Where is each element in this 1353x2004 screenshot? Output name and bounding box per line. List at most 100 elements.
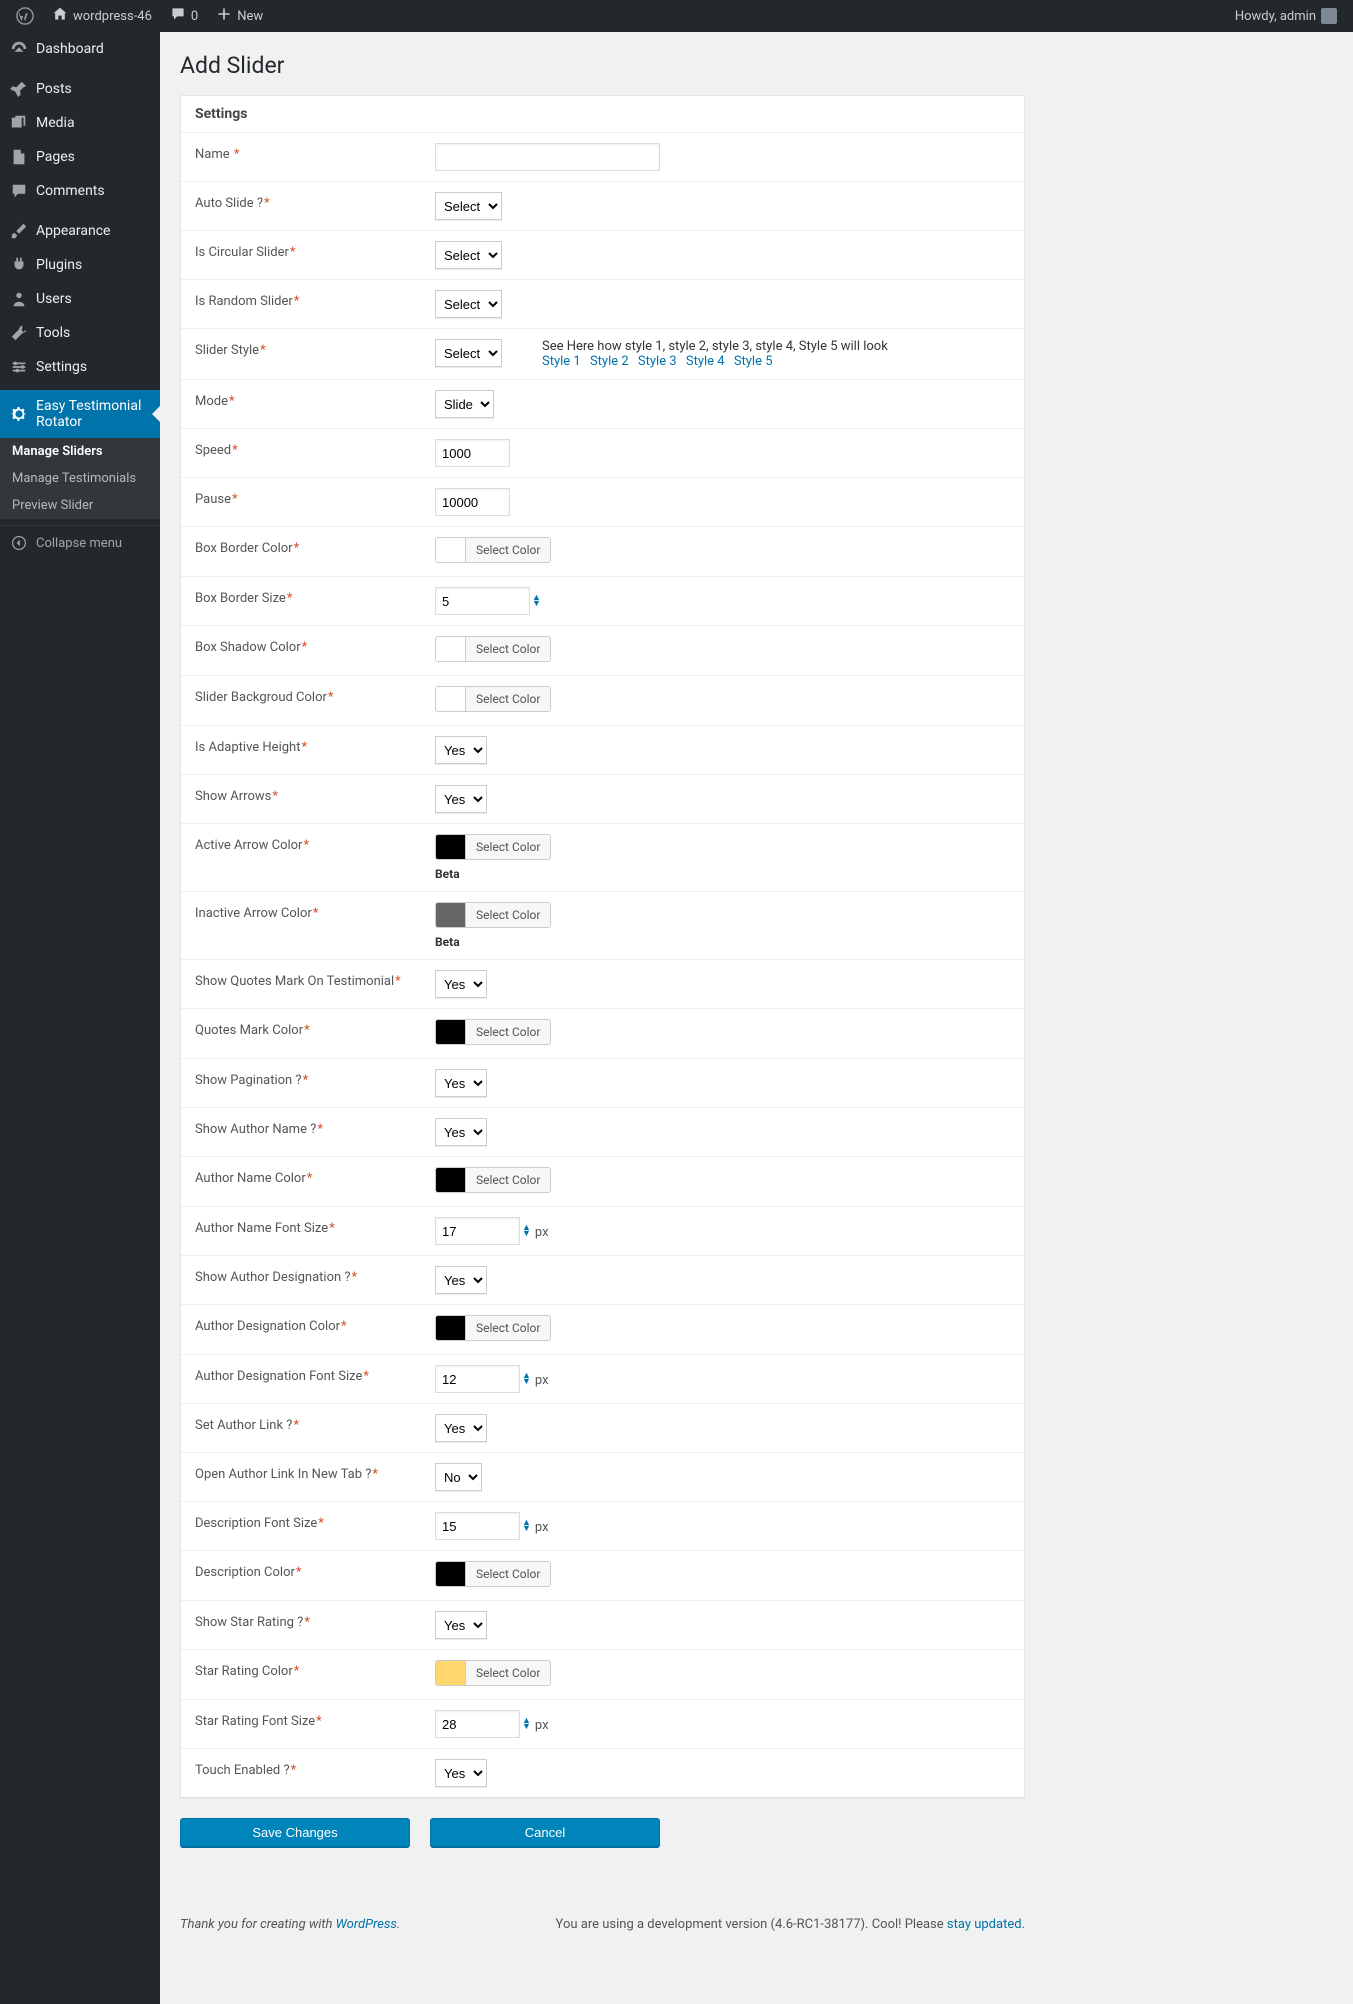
swatch-icon xyxy=(436,1562,466,1586)
brush-icon xyxy=(10,222,28,240)
label-star-rating-color: Star Rating Color xyxy=(195,1664,293,1679)
wordpress-link[interactable]: WordPress xyxy=(336,1917,397,1932)
description-color-picker[interactable]: Select Color xyxy=(435,1561,551,1587)
label-inactive-arrow-color: Inactive Arrow Color xyxy=(195,906,312,921)
label-slider-bg-color: Slider Backgroud Color xyxy=(195,690,327,705)
pages-icon xyxy=(10,148,28,166)
show-star-rating-select[interactable]: Yes xyxy=(435,1611,487,1639)
menu-posts[interactable]: Posts xyxy=(0,72,160,106)
is-random-select[interactable]: Select xyxy=(435,290,502,318)
speed-input[interactable] xyxy=(435,439,510,467)
collapse-icon xyxy=(10,534,28,552)
menu-dashboard[interactable]: Dashboard xyxy=(0,32,160,66)
label-author-designation-color: Author Designation Color xyxy=(195,1319,340,1334)
label-quotes-mark-color: Quotes Mark Color xyxy=(195,1023,303,1038)
label-is-circular: Is Circular Slider xyxy=(195,245,289,260)
save-button[interactable]: Save Changes xyxy=(180,1818,410,1847)
spinner-icon[interactable]: ▲▼ xyxy=(522,1373,531,1385)
is-circular-select[interactable]: Select xyxy=(435,241,502,269)
label-is-random: Is Random Slider xyxy=(195,294,293,309)
box-border-size-input[interactable] xyxy=(435,587,530,615)
gear-icon xyxy=(10,405,28,423)
show-arrows-select[interactable]: Yes xyxy=(435,785,487,813)
author-name-color-picker[interactable]: Select Color xyxy=(435,1167,551,1193)
open-author-link-select[interactable]: No xyxy=(435,1463,482,1491)
menu-pages[interactable]: Pages xyxy=(0,140,160,174)
label-author-designation-font-size: Author Designation Font Size xyxy=(195,1369,362,1384)
comment-icon xyxy=(170,6,186,26)
submenu-manage-sliders[interactable]: Manage Sliders xyxy=(0,438,160,465)
comments-bubble[interactable]: 0 xyxy=(162,0,206,32)
label-set-author-link: Set Author Link ? xyxy=(195,1418,292,1433)
submenu-preview-slider[interactable]: Preview Slider xyxy=(0,492,160,519)
style-link-4[interactable]: Style 4 xyxy=(686,354,725,369)
set-author-link-select[interactable]: Yes xyxy=(435,1414,487,1442)
pause-input[interactable] xyxy=(435,488,510,516)
box-border-color-picker[interactable]: Select Color xyxy=(435,537,551,563)
label-description-font-size: Description Font Size xyxy=(195,1516,317,1531)
menu-comments[interactable]: Comments xyxy=(0,174,160,208)
style-link-2[interactable]: Style 2 xyxy=(590,354,629,369)
menu-tools[interactable]: Tools xyxy=(0,316,160,350)
show-quotes-select[interactable]: Yes xyxy=(435,970,487,998)
footer-version: You are using a development version (4.6… xyxy=(556,1917,1025,1932)
beta-note: Beta xyxy=(435,867,1010,881)
plug-icon xyxy=(10,256,28,274)
show-author-designation-select[interactable]: Yes xyxy=(435,1266,487,1294)
style-link-1[interactable]: Style 1 xyxy=(542,354,581,369)
label-star-rating-font-size: Star Rating Font Size xyxy=(195,1714,315,1729)
label-mode: Mode xyxy=(195,394,228,409)
new-content-link[interactable]: New xyxy=(208,0,271,32)
spinner-icon[interactable]: ▲▼ xyxy=(522,1718,531,1730)
name-input[interactable] xyxy=(435,143,660,171)
menu-easy-testimonial[interactable]: Easy Testimonial Rotator xyxy=(0,390,160,438)
slider-bg-color-picker[interactable]: Select Color xyxy=(435,686,551,712)
author-designation-font-size-input[interactable] xyxy=(435,1365,520,1393)
touch-enabled-select[interactable]: Yes xyxy=(435,1759,487,1787)
author-name-font-size-input[interactable] xyxy=(435,1217,520,1245)
show-author-name-select[interactable]: Yes xyxy=(435,1118,487,1146)
menu-settings[interactable]: Settings xyxy=(0,350,160,384)
spinner-icon[interactable]: ▲▼ xyxy=(532,595,541,607)
site-name-link[interactable]: wordpress-46 xyxy=(44,0,160,32)
box-shadow-color-picker[interactable]: Select Color xyxy=(435,636,551,662)
star-rating-font-size-input[interactable] xyxy=(435,1710,520,1738)
menu-media[interactable]: Media xyxy=(0,106,160,140)
swatch-blank-icon xyxy=(436,538,466,562)
spinner-icon[interactable]: ▲▼ xyxy=(522,1520,531,1532)
quotes-mark-color-picker[interactable]: Select Color xyxy=(435,1019,551,1045)
style-help: See Here how style 1, style 2, style 3, … xyxy=(542,339,888,369)
users-icon xyxy=(10,290,28,308)
description-font-size-input[interactable] xyxy=(435,1512,520,1540)
howdy-account[interactable]: Howdy, admin xyxy=(1227,0,1345,32)
show-pagination-select[interactable]: Yes xyxy=(435,1069,487,1097)
menu-plugins[interactable]: Plugins xyxy=(0,248,160,282)
spinner-icon[interactable]: ▲▼ xyxy=(522,1225,531,1237)
menu-appearance[interactable]: Appearance xyxy=(0,214,160,248)
style-link-5[interactable]: Style 5 xyxy=(734,354,773,369)
menu-users[interactable]: Users xyxy=(0,282,160,316)
is-adaptive-select[interactable]: Yes xyxy=(435,736,487,764)
sliders-icon xyxy=(10,358,28,376)
dashboard-icon xyxy=(10,40,28,58)
inactive-arrow-color-picker[interactable]: Select Color xyxy=(435,902,551,928)
collapse-menu[interactable]: Collapse menu xyxy=(0,526,160,560)
star-rating-color-picker[interactable]: Select Color xyxy=(435,1660,551,1686)
swatch-icon xyxy=(436,1168,466,1192)
auto-slide-select[interactable]: Select xyxy=(435,192,502,220)
mode-select[interactable]: Slide xyxy=(435,390,494,418)
active-arrow-color-picker[interactable]: Select Color xyxy=(435,834,551,860)
slider-style-select[interactable]: Select xyxy=(435,339,502,367)
label-is-adaptive: Is Adaptive Height xyxy=(195,740,300,755)
wp-logo[interactable] xyxy=(8,0,42,32)
label-author-name-font-size: Author Name Font Size xyxy=(195,1221,328,1236)
submenu-manage-testimonials[interactable]: Manage Testimonials xyxy=(0,465,160,492)
cancel-button[interactable]: Cancel xyxy=(430,1818,660,1847)
swatch-blank-icon xyxy=(436,687,466,711)
comments-count: 0 xyxy=(191,9,198,24)
stay-updated-link[interactable]: stay updated xyxy=(947,1917,1022,1932)
author-designation-color-picker[interactable]: Select Color xyxy=(435,1315,551,1341)
label-box-border-size: Box Border Size xyxy=(195,591,286,606)
style-link-3[interactable]: Style 3 xyxy=(638,354,677,369)
footer-thanks: Thank you for creating with WordPress. xyxy=(180,1917,400,1932)
